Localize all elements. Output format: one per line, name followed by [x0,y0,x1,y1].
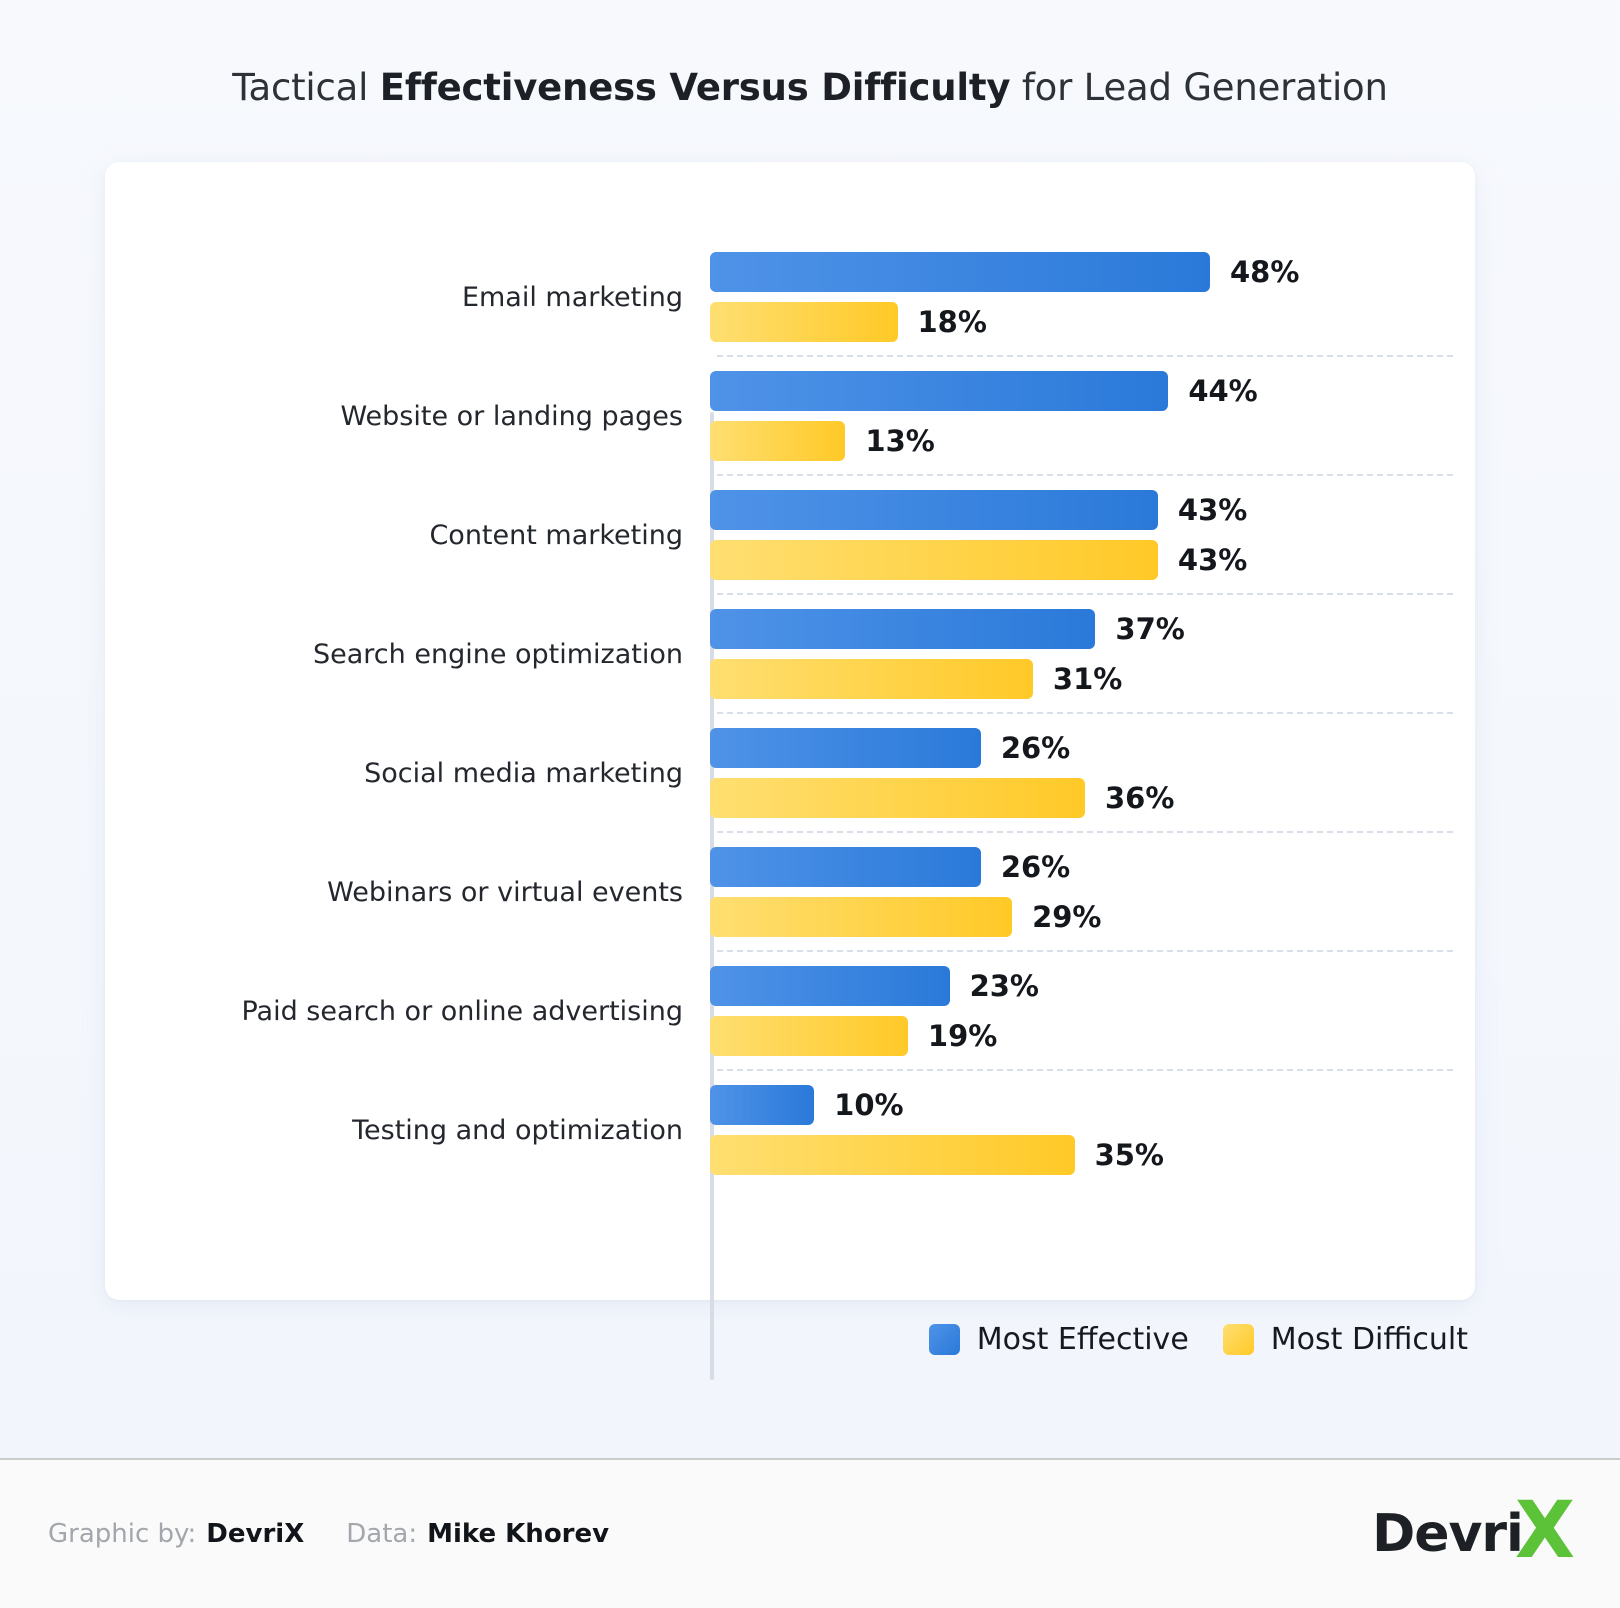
bar-value-label: 10% [834,1088,904,1122]
chart-body: Tactical Effectiveness Versus Difficulty… [0,0,1620,1458]
credits: Graphic by: DevriX Data: Mike Khorev [48,1519,609,1549]
chart-row: Email marketing 48% 18% [105,238,1475,357]
bar-most-difficult[interactable]: 36% [710,778,1174,818]
chart-row: Testing and optimization 10% 35% [105,1071,1475,1190]
category-label: Website or landing pages [340,401,683,432]
chart-card: Email marketing 48% 18% Website or landing … [105,162,1475,1380]
legend-swatch-icon [928,1324,960,1355]
category-label: Paid search or online advertising [241,996,683,1027]
bar-value-label: 29% [1032,900,1102,934]
category-label: Content marketing [429,520,683,551]
footer-bar: Graphic by: DevriX Data: Mike Khorev Dev… [0,1458,1620,1608]
bar-value-label: 18% [917,305,987,339]
bar-rect [710,1016,908,1056]
graphic-by-value: DevriX [206,1519,305,1549]
bar-group: 43% 43% [697,476,1475,595]
bar-rect [710,490,1158,530]
bar-most-difficult[interactable]: 43% [710,540,1247,580]
bar-most-difficult[interactable]: 35% [710,1135,1164,1175]
bar-most-effective[interactable]: 44% [710,371,1258,411]
bar-value-label: 44% [1188,374,1258,408]
devrix-logo: Devri X [1372,1485,1575,1576]
bar-rect [710,609,1096,649]
bar-rect [710,252,1210,292]
bar-most-effective[interactable]: 43% [710,490,1247,530]
bar-value-label: 43% [1177,493,1248,527]
bar-value-label: 48% [1230,255,1300,289]
bar-value-label: 36% [1105,781,1175,815]
chart-row: Social media marketing 26% 36% [105,714,1475,833]
data-source-label: Data: [346,1519,418,1549]
logo-wordmark: Devri [1372,1504,1524,1564]
bar-group: 44% 13% [697,357,1475,476]
bar-value-label: 37% [1115,612,1185,646]
bar-value-label: 13% [865,424,935,458]
bar-most-effective[interactable]: 26% [710,847,1070,887]
bar-rect [710,1135,1075,1175]
chart-row: Paid search or online advertising 23% 19% [105,952,1475,1071]
category-label: Email marketing [461,282,683,313]
bar-rect [710,778,1085,818]
chart-row: Webinars or virtual events 26% 29% [105,833,1475,952]
bar-rect [710,540,1158,580]
legend-label: Most Difficult [1270,1322,1468,1357]
bar-most-difficult[interactable]: 19% [710,1016,997,1056]
chart-rows: Email marketing 48% 18% Website or landing … [105,238,1475,1190]
bar-rect [710,1085,815,1125]
category-label: Webinars or virtual events [327,877,683,908]
chart-legend: Most Effective Most Difficult [0,1322,1540,1357]
bar-group: 26% 36% [697,714,1475,833]
bar-rect [710,302,898,342]
bar-value-label: 26% [1000,731,1071,765]
title-prefix: Tactical [232,66,380,109]
legend-item[interactable]: Most Difficult [1222,1322,1468,1357]
bar-group: 48% 18% [697,238,1475,357]
bar-chart-plot: Email marketing 48% 18% Website or landing … [105,162,1475,1380]
data-source-value: Mike Khorev [427,1519,610,1549]
bar-rect [710,421,846,461]
bar-most-effective[interactable]: 10% [710,1085,904,1125]
bar-rect [710,371,1169,411]
bar-group: 23% 19% [697,952,1475,1071]
bar-most-effective[interactable]: 48% [710,252,1299,292]
bar-group: 37% 31% [697,595,1475,714]
infographic-root: Tactical Effectiveness Versus Difficulty… [0,0,1620,1608]
category-label: Testing and optimization [352,1115,683,1146]
bar-value-label: 35% [1094,1138,1164,1172]
category-label: Search engine optimization [313,639,683,670]
bar-group: 26% 29% [697,833,1475,952]
title-suffix: for Lead Generation [1010,66,1388,109]
bar-rect [710,847,981,887]
bar-rect [710,728,981,768]
category-label: Social media marketing [364,758,683,789]
bar-value-label: 31% [1052,662,1123,696]
bar-value-label: 43% [1177,543,1248,577]
bar-group: 10% 35% [697,1071,1475,1190]
bar-most-effective[interactable]: 23% [710,966,1039,1006]
bar-most-effective[interactable]: 37% [710,609,1185,649]
bar-value-label: 23% [969,969,1039,1003]
chart-row: Content marketing 43% 43% [105,476,1475,595]
bar-most-effective[interactable]: 26% [710,728,1070,768]
bar-value-label: 19% [927,1019,998,1053]
logo-x-mark: X [1514,1485,1575,1576]
bar-most-difficult[interactable]: 29% [710,897,1102,937]
bar-value-label: 26% [1000,850,1071,884]
bar-most-difficult[interactable]: 31% [710,659,1122,699]
title-emphasis: Effectiveness Versus Difficulty [379,66,1011,109]
chart-row: Website or landing pages 44% 13% [105,357,1475,476]
bar-most-difficult[interactable]: 18% [710,302,987,342]
legend-item[interactable]: Most Effective [928,1322,1189,1357]
bar-most-difficult[interactable]: 13% [710,421,935,461]
bar-rect [710,659,1033,699]
legend-label: Most Effective [976,1322,1189,1357]
page-title: Tactical Effectiveness Versus Difficulty… [0,0,1620,109]
bar-rect [710,966,950,1006]
bar-rect [710,897,1013,937]
graphic-by-label: Graphic by: [48,1519,197,1549]
legend-swatch-icon [1222,1324,1254,1355]
chart-row: Search engine optimization 37% 31% [105,595,1475,714]
